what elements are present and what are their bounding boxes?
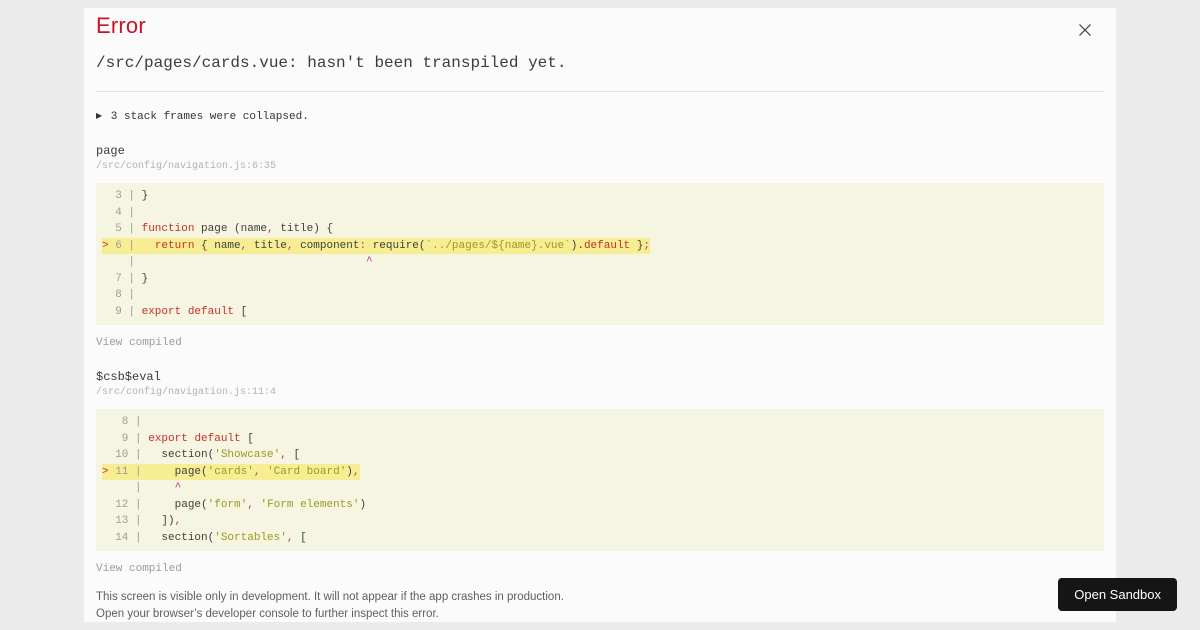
code-line: 7 | } (102, 272, 149, 285)
code-frame: 3 | } 4 | 5 | function page (name, title… (96, 183, 1104, 325)
error-title: Error (96, 13, 146, 38)
stack-frame: page /src/config/navigation.js:6:35 3 | … (96, 144, 1104, 350)
code-line: 13 | ]), (102, 515, 182, 527)
view-compiled-link[interactable]: View compiled (96, 336, 182, 350)
code-line: 9 | export default [ (102, 305, 248, 318)
frame-location: /src/config/navigation.js:6:35 (96, 161, 277, 172)
collapse-arrow-icon: ▶ (96, 111, 103, 120)
code-line: 9 | export default [ (102, 432, 254, 445)
code-line: | ^ (102, 482, 182, 494)
code-line: 14 | section('Sortables', [ (102, 531, 307, 544)
error-message: /src/pages/cards.vue: hasn't been transp… (96, 54, 567, 72)
code-line: 12 | page('form', 'Form elements') (102, 498, 367, 511)
code-line: 8 | (102, 416, 149, 428)
code-line: 3 | } (102, 190, 149, 202)
dev-notice-footer: This screen is visible only in developme… (96, 589, 1104, 622)
open-sandbox-button[interactable]: Open Sandbox (1058, 578, 1177, 611)
stack-frame: $csb$eval /src/config/navigation.js:11:4… (96, 370, 1104, 576)
code-line: 8 | (102, 289, 142, 301)
code-line: 10 | section('Showcase', [ (102, 449, 301, 461)
code-frame: 8 | 9 | export default [ 10 | section('S… (96, 409, 1104, 551)
frame-function-name: page (96, 144, 125, 158)
close-icon (1078, 23, 1092, 40)
code-line: 5 | function page (name, title) { (102, 223, 334, 235)
code-line: > 6 | return { name, title, component: r… (102, 237, 1104, 254)
frame-function-name: $csb$eval (96, 370, 161, 384)
view-compiled-link[interactable]: View compiled (96, 562, 182, 576)
collapsed-frames-toggle[interactable]: ▶ 3 stack frames were collapsed. (96, 109, 1104, 124)
collapsed-frames-label: 3 stack frames were collapsed. (110, 111, 309, 123)
frame-location: /src/config/navigation.js:11:4 (96, 387, 277, 398)
code-line: 4 | (102, 206, 142, 219)
divider (96, 91, 1104, 92)
code-line: > 11 | page('cards', 'Card board'), (102, 463, 1104, 480)
close-button[interactable] (1076, 22, 1094, 40)
error-overlay: Error /src/pages/cards.vue: hasn't been … (84, 8, 1116, 622)
footer-line: Open your browser’s developer console to… (96, 608, 439, 620)
footer-line: This screen is visible only in developme… (96, 591, 564, 603)
code-line: | ^ (102, 256, 373, 268)
